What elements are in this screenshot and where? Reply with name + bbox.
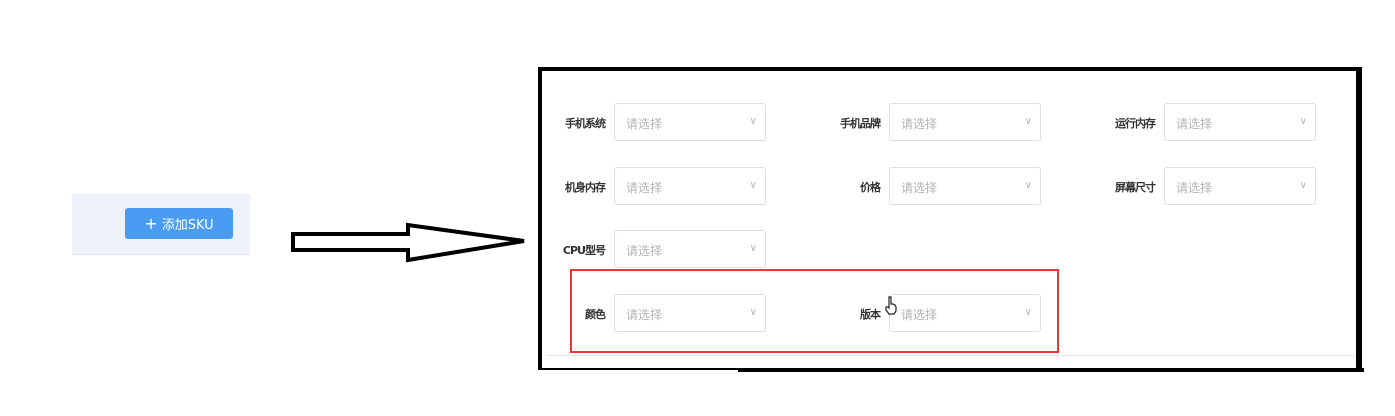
label-color: 颜色 [585, 308, 606, 321]
chevron-down-icon: ∨ [749, 116, 757, 127]
chevron-down-icon: ∨ [749, 243, 757, 254]
right-arrow-icon [291, 222, 525, 263]
label-phone-brand: 手机品牌 [840, 117, 881, 130]
screen-size-placeholder: 请选择 [1176, 181, 1213, 195]
phone-brand-select[interactable]: 请选择 ∨ [889, 103, 1041, 141]
add-sku-label: 添加SKU [161, 218, 214, 233]
frame-edge [538, 368, 738, 370]
label-storage: 机身内存 [565, 181, 606, 194]
chevron-down-icon: ∨ [749, 307, 757, 318]
version-placeholder: 请选择 [901, 308, 938, 322]
label-screen-size: 屏幕尺寸 [1115, 181, 1156, 194]
phone-os-placeholder: 请选择 [626, 117, 663, 131]
ram-placeholder: 请选择 [1176, 117, 1213, 131]
chevron-down-icon: ∨ [1024, 307, 1032, 318]
label-price: 价格 [860, 181, 881, 194]
storage-placeholder: 请选择 [626, 181, 663, 195]
price-select[interactable]: 请选择 ∨ [889, 167, 1041, 205]
phone-os-select[interactable]: 请选择 ∨ [614, 103, 766, 141]
color-placeholder: 请选择 [626, 308, 663, 322]
chevron-down-icon: ∨ [749, 180, 757, 191]
label-version: 版本 [860, 308, 881, 321]
cpu-model-select[interactable]: 请选择 ∨ [614, 230, 766, 268]
frame-edge [1358, 67, 1362, 372]
frame-edge [738, 368, 1364, 372]
label-ram: 运行内存 [1115, 117, 1156, 130]
add-sku-button[interactable]: + 添加SKU [125, 208, 233, 239]
plus-icon: + [144, 213, 158, 233]
chevron-down-icon: ∨ [1299, 116, 1307, 127]
phone-brand-placeholder: 请选择 [901, 117, 938, 131]
form-divider [548, 355, 1354, 356]
color-select[interactable]: 请选择 ∨ [614, 294, 766, 332]
version-select[interactable]: 请选择 ∨ [889, 294, 1041, 332]
pointer-cursor-icon [885, 296, 897, 315]
ram-select[interactable]: 请选择 ∨ [1164, 103, 1316, 141]
label-cpu-model: CPU型号 [562, 244, 606, 257]
chevron-down-icon: ∨ [1024, 180, 1032, 191]
chevron-down-icon: ∨ [1299, 180, 1307, 191]
label-phone-os: 手机系统 [565, 117, 606, 130]
sku-panel: + 添加SKU [72, 194, 250, 255]
screen-size-select[interactable]: 请选择 ∨ [1164, 167, 1316, 205]
cpu-model-placeholder: 请选择 [626, 244, 663, 258]
chevron-down-icon: ∨ [1024, 116, 1032, 127]
price-placeholder: 请选择 [901, 181, 938, 195]
storage-select[interactable]: 请选择 ∨ [614, 167, 766, 205]
